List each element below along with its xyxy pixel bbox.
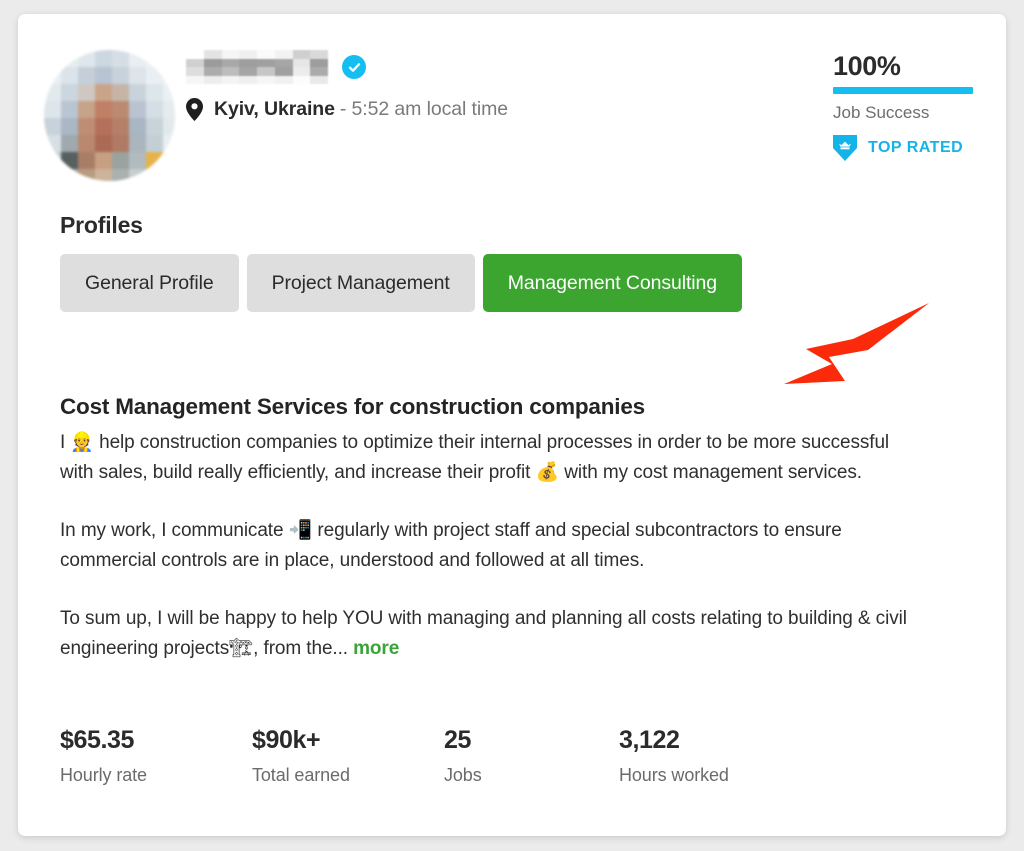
p1-text-a: I (60, 432, 71, 453)
overview-paragraph-2: In my work, I communicate 📲 regularly wi… (60, 516, 920, 575)
location-text: Kyiv, Ukraine (214, 98, 335, 120)
p1-text-c: with my cost management services. (559, 461, 862, 483)
profiles-tab-list: General Profile Project Management Manag… (60, 254, 742, 312)
avatar[interactable] (44, 50, 175, 181)
local-time-text: - 5:52 am local time (339, 98, 508, 120)
freelancer-profile-card: Kyiv, Ukraine - 5:52 am local time 100% … (18, 14, 1006, 836)
stat-label: Hours worked (619, 764, 729, 785)
p3-text-b: , from the... (253, 637, 354, 659)
stat-hourly-rate: $65.35 Hourly rate (60, 726, 252, 786)
top-rated-label: TOP RATED (868, 139, 964, 157)
location-row: Kyiv, Ukraine - 5:52 am local time (186, 98, 508, 121)
building-construction-emoji: 🏗 (229, 636, 254, 659)
screenshot-stage: Kyiv, Ukraine - 5:52 am local time 100% … (0, 0, 1024, 851)
stat-label: Total earned (252, 764, 350, 785)
profile-headline: Cost Management Services for constructio… (60, 394, 645, 419)
mobile-phone-arrow-emoji: 📲 (288, 519, 313, 541)
map-pin-icon (186, 98, 203, 121)
top-rated-badge[interactable]: TOP RATED (833, 135, 978, 162)
job-success-label: Job Success (833, 103, 930, 123)
identity-block: Kyiv, Ukraine - 5:52 am local time (186, 50, 508, 121)
stat-value: 3,122 (619, 726, 680, 754)
job-success-block: 100% Job Success TOP RATED (833, 51, 978, 162)
name-row (186, 50, 508, 84)
profile-stats: $65.35 Hourly rate $90k+ Total earned 25… (60, 726, 819, 786)
stat-label: Jobs (444, 764, 482, 785)
stat-value: $65.35 (60, 726, 135, 754)
profile-name-redacted (186, 50, 328, 84)
profile-header: Kyiv, Ukraine - 5:52 am local time 100% … (18, 14, 1006, 184)
job-success-bar (833, 87, 973, 95)
stat-value: 25 (444, 726, 472, 754)
stat-jobs: 25 Jobs (444, 726, 619, 786)
stat-hours-worked: 3,122 Hours worked (619, 726, 819, 786)
stat-total-earned: $90k+ Total earned (252, 726, 444, 786)
construction-worker-emoji: 👷 (70, 431, 94, 453)
shield-crown-icon (833, 135, 857, 162)
stat-value: $90k+ (252, 726, 321, 754)
money-bag-emoji: 💰 (535, 460, 560, 483)
tab-project-management[interactable]: Project Management (246, 254, 475, 312)
overview-paragraph-3: To sum up, I will be happy to help YOU w… (60, 604, 920, 663)
stat-label: Hourly rate (60, 764, 147, 785)
profiles-heading: Profiles (60, 212, 143, 238)
tab-management-consulting[interactable]: Management Consulting (482, 254, 742, 312)
more-link[interactable]: more (353, 638, 399, 659)
p3-text-a: To sum up, I will be happy to help YOU w… (60, 608, 907, 659)
profile-overview: I 👷 help construction companies to optim… (60, 428, 920, 663)
tab-general-profile[interactable]: General Profile (60, 254, 239, 312)
p2-text-a: In my work, I communicate (60, 520, 289, 541)
job-success-percent: 100% (833, 51, 901, 81)
overview-paragraph-1: I 👷 help construction companies to optim… (60, 428, 920, 487)
verified-check-icon (342, 55, 366, 79)
